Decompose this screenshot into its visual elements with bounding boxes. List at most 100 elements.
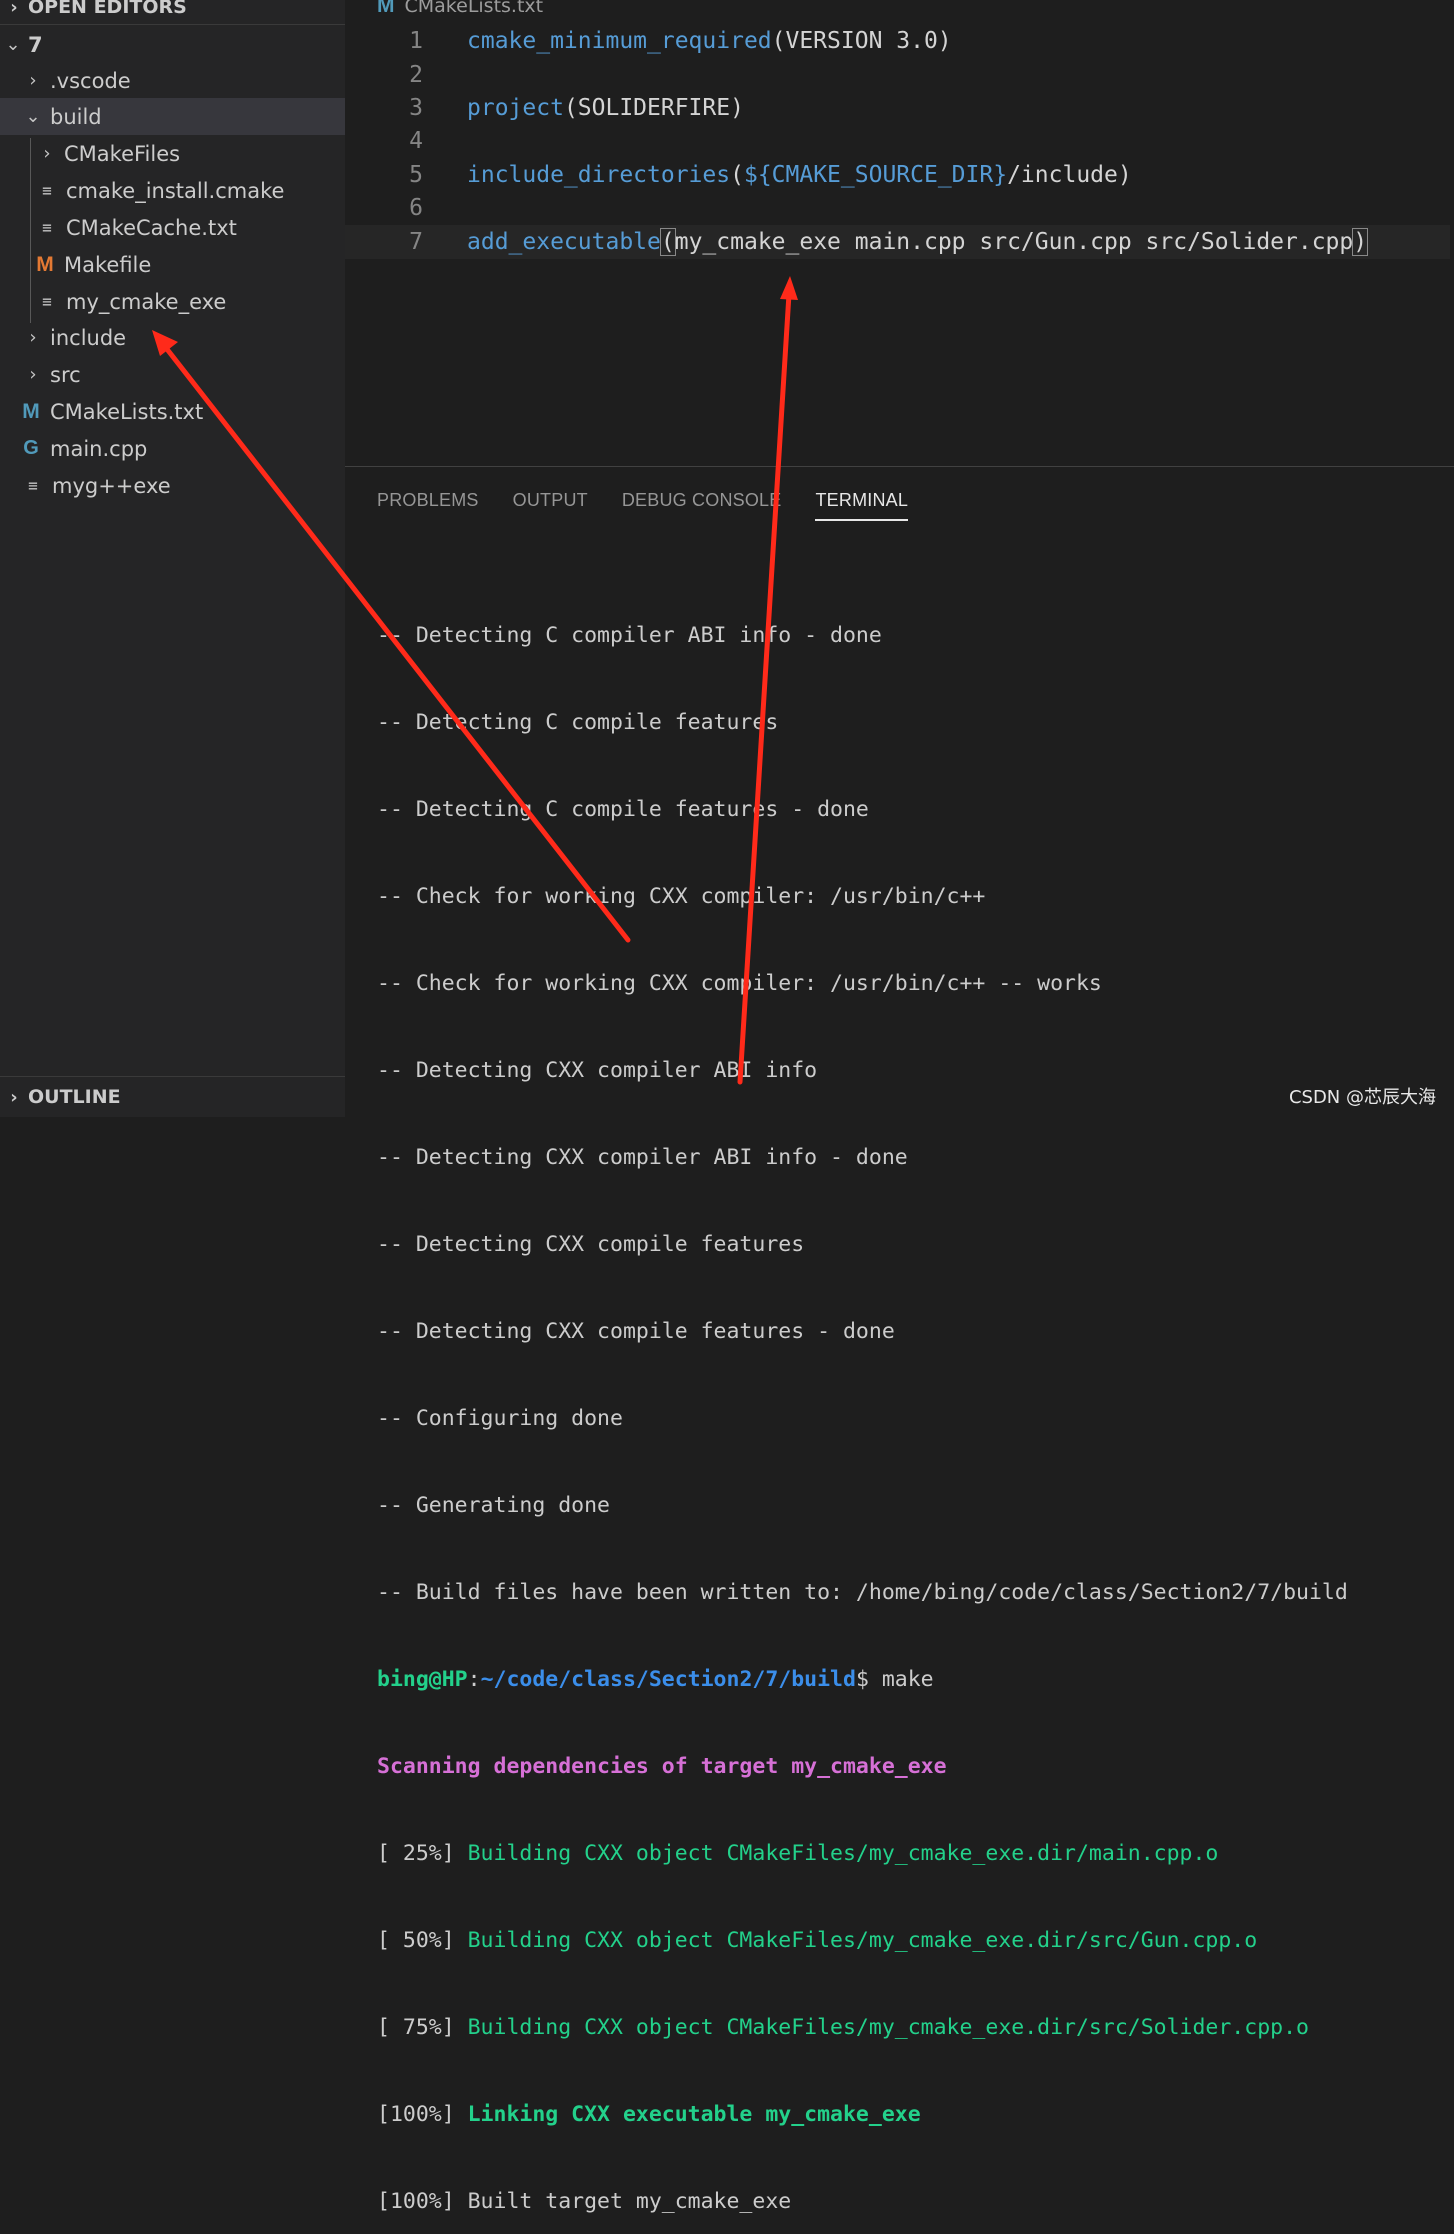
file-lines-icon: ≡ <box>42 181 52 200</box>
tab-problems[interactable]: PROBLEMS <box>377 481 479 519</box>
code-line[interactable]: 5 include_directories(${CMAKE_SOURCE_DIR}… <box>345 158 1132 192</box>
prompt-separator: : <box>467 1667 481 1692</box>
tree-file-cmakelists[interactable]: M CMakeLists.txt <box>0 393 365 430</box>
chevron-right-icon: › <box>29 327 37 348</box>
panel-tab-bar: PROBLEMS OUTPUT DEBUG CONSOLE TERMINAL <box>377 481 942 521</box>
bracket-close: ) <box>1352 228 1369 256</box>
chevron-down-icon: ⌄ <box>5 34 21 55</box>
link-text: Linking CXX executable my_cmake_exe <box>467 2102 921 2127</box>
open-editors-label: OPEN EDITORS <box>28 0 187 18</box>
terminal-line: -- Generating done <box>377 1493 610 1518</box>
tree-label: .vscode <box>50 68 131 93</box>
tab-debug-console[interactable]: DEBUG CONSOLE <box>622 481 782 519</box>
build-percent: [ 75%] <box>377 2015 468 2040</box>
cmake-m-icon: M <box>22 399 40 423</box>
terminal-line: -- Detecting CXX compile features <box>377 1232 805 1257</box>
tree-folder-7[interactable]: ⌄ 7 <box>0 26 347 63</box>
terminal-link-line: [100%] Linking CXX executable my_cmake_e… <box>377 2100 1348 2129</box>
terminal-build-line: [ 75%] Building CXX object CMakeFiles/my… <box>377 2013 1348 2042</box>
chevron-right-icon: › <box>10 1086 18 1108</box>
terminal-prompt-line: bing@HP:~/code/class/Section2/7/build$ m… <box>377 1665 1348 1694</box>
tree-file-cmake-install[interactable]: ≡ cmake_install.cmake <box>0 172 381 209</box>
tab-terminal[interactable]: TERMINAL <box>815 481 909 521</box>
open-editors-header[interactable]: › OPEN EDITORS <box>0 0 345 25</box>
chevron-right-icon: › <box>43 143 51 164</box>
chevron-right-icon: › <box>10 0 18 18</box>
terminal-build-line: [ 25%] Building CXX object CMakeFiles/my… <box>377 1839 1348 1868</box>
terminal-line: -- Check for working CXX compiler: /usr/… <box>377 884 986 909</box>
build-text: Building CXX object CMakeFiles/my_cmake_… <box>467 2015 1309 2040</box>
bracket-open: ( <box>659 228 676 256</box>
watermark: CSDN @芯辰大海 <box>1288 1087 1436 1108</box>
terminal-built-line: [100%] Built target my_cmake_exe <box>377 2189 792 2214</box>
build-text: Building CXX object CMakeFiles/my_cmake_… <box>467 1928 1258 1953</box>
editor-tab-label: CMakeLists.txt <box>404 0 544 17</box>
tree-file-makefile[interactable]: M Makefile <box>0 246 379 283</box>
code-text: /include) <box>1007 162 1132 188</box>
code-function: project <box>467 95 564 121</box>
tree-label: 7 <box>28 32 43 57</box>
build-text: Building CXX object CMakeFiles/my_cmake_… <box>467 1841 1219 1866</box>
line-number: 5 <box>409 162 423 188</box>
tree-label: CMakeCache.txt <box>66 215 237 240</box>
terminal-build-line: [ 50%] Building CXX object CMakeFiles/my… <box>377 1926 1348 1955</box>
prompt-path: ~/code/class/Section2/7/build <box>480 1667 856 1692</box>
tree-folder-include[interactable]: › include <box>0 319 367 356</box>
prompt-user: bing@HP <box>377 1667 468 1692</box>
code-function: include_directories <box>467 162 731 188</box>
line-number: 1 <box>409 28 423 54</box>
tab-output[interactable]: OUTPUT <box>513 481 588 519</box>
line-number: 2 <box>409 62 423 88</box>
terminal-line: -- Detecting CXX compile features - done <box>377 1319 895 1344</box>
chevron-right-icon: › <box>29 70 37 91</box>
code-paren: ( <box>730 162 744 188</box>
file-lines-icon: ≡ <box>42 292 52 311</box>
code-line[interactable]: 1 cmake_minimum_required (VERSION 3.0) <box>345 24 952 58</box>
code-function: add_executable <box>467 229 661 255</box>
prompt-command: $ make <box>855 1667 934 1692</box>
outline-header[interactable]: › OUTLINE <box>0 1076 345 1117</box>
terminal-scanning-line: Scanning dependencies of target my_cmake… <box>377 1754 947 1779</box>
outline-label: OUTLINE <box>28 1086 121 1108</box>
code-line-active[interactable]: 7 add_executable(my_cmake_exe main.cpp sr… <box>345 225 1450 259</box>
terminal-line: -- Detecting C compiler ABI info - done <box>377 623 882 648</box>
terminal-line: -- Detecting CXX compiler ABI info <box>377 1058 818 1083</box>
terminal-output[interactable]: -- Detecting C compiler ABI info - done … <box>377 563 1348 2234</box>
terminal-line: -- Check for working CXX compiler: /usr/… <box>377 971 1102 996</box>
terminal-line: -- Detecting C compile features - done <box>377 797 869 822</box>
line-number: 4 <box>409 128 423 154</box>
tree-label: CMakeFiles <box>64 141 181 166</box>
code-line[interactable]: 4 <box>345 124 467 158</box>
chevron-down-icon: ⌄ <box>25 106 41 127</box>
tree-folder-src[interactable]: › src <box>0 356 367 393</box>
code-editor[interactable]: M CMakeLists.txt 1 cmake_minimum_required… <box>345 0 1454 466</box>
link-percent: [100%] <box>377 2102 468 2127</box>
line-number: 6 <box>409 195 423 221</box>
tree-label: src <box>50 362 81 387</box>
tree-label: build <box>50 104 102 129</box>
chevron-right-icon: › <box>29 364 37 385</box>
code-text: my_cmake_exe main.cpp src/Gun.cpp src/So… <box>674 229 1354 255</box>
tree-folder-build[interactable]: ⌄ build <box>0 98 367 135</box>
tree-folder-cmakefiles[interactable]: › CMakeFiles <box>0 135 381 172</box>
tree-label: my_cmake_exe <box>66 289 227 314</box>
explorer-sidebar: › OPEN EDITORS ⌄ 7 › .vscode ⌄ build › C… <box>0 0 367 1117</box>
line-number: 3 <box>409 95 423 121</box>
tree-file-mygpp-exe[interactable]: ≡ myg++exe <box>0 467 367 504</box>
editor-tab-cmakelists[interactable]: M CMakeLists.txt <box>377 0 543 20</box>
tree-label: CMakeLists.txt <box>50 399 204 424</box>
code-line[interactable]: 3 project (SOLIDERFIRE) <box>345 91 744 125</box>
makefile-m-icon: M <box>36 252 54 276</box>
file-lines-icon: ≡ <box>28 476 38 495</box>
tree-label: myg++exe <box>52 473 171 498</box>
tree-file-cmakecache[interactable]: ≡ CMakeCache.txt <box>0 209 381 246</box>
build-percent: [ 50%] <box>377 1928 468 1953</box>
code-function: cmake_minimum_required <box>467 28 772 54</box>
code-line[interactable]: 2 <box>345 58 467 92</box>
tree-file-main-cpp[interactable]: G main.cpp <box>0 430 365 467</box>
tree-file-my-cmake-exe[interactable]: ≡ my_cmake_exe <box>0 283 381 320</box>
code-line[interactable]: 6 <box>345 191 467 225</box>
tree-folder-vscode[interactable]: › .vscode <box>0 62 367 99</box>
file-lines-icon: ≡ <box>42 218 52 237</box>
terminal-line: -- Detecting CXX compiler ABI info - don… <box>377 1145 908 1170</box>
